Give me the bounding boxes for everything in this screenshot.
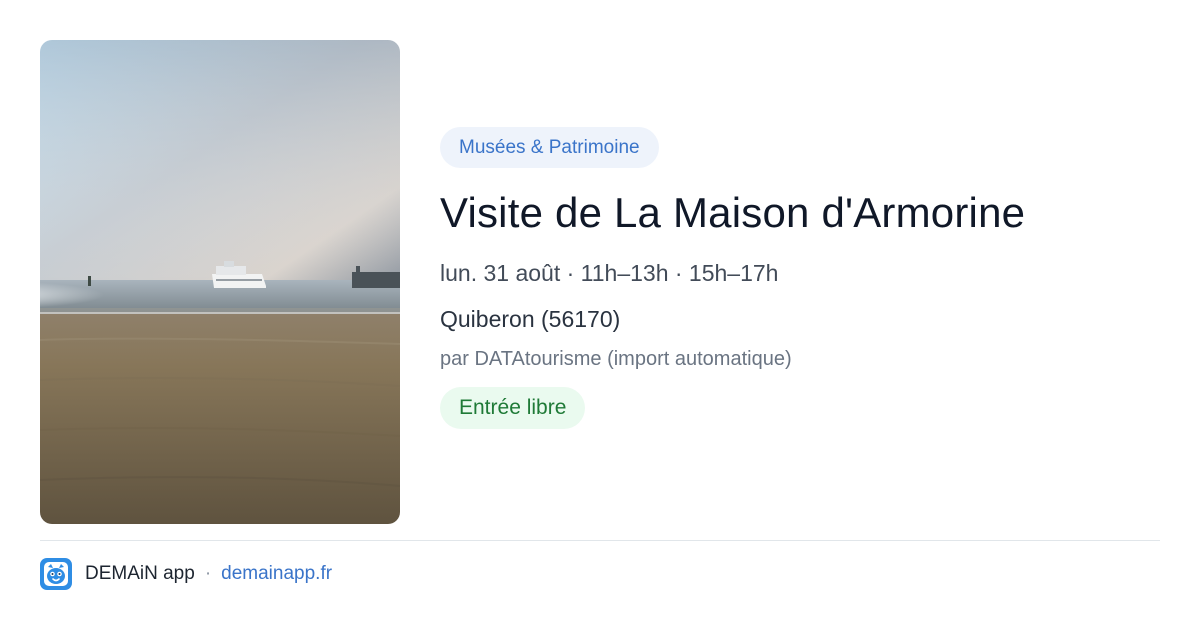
demain-logo-icon	[40, 558, 72, 590]
footer: DEMAiN app · demainapp.fr	[40, 558, 332, 590]
app-website-link[interactable]: demainapp.fr	[221, 563, 332, 585]
event-title: Visite de La Maison d'Armorine	[440, 189, 1026, 236]
category-chip[interactable]: Musées & Patrimoine	[440, 127, 659, 168]
event-schedule: lun. 31 août · 11h–13h · 15h–17h	[440, 260, 779, 286]
event-author: par DATAtourisme (import automatique)	[440, 348, 792, 370]
event-photo	[40, 40, 400, 524]
footer-separator: ·	[204, 563, 212, 584]
event-location: Quiberon (56170)	[440, 306, 621, 332]
event-details: Musées & Patrimoine Visite de La Maison …	[440, 127, 1160, 429]
footer-divider	[40, 540, 1160, 541]
price-chip: Entrée libre	[440, 387, 586, 429]
app-name: DEMAiN app	[85, 563, 195, 584]
